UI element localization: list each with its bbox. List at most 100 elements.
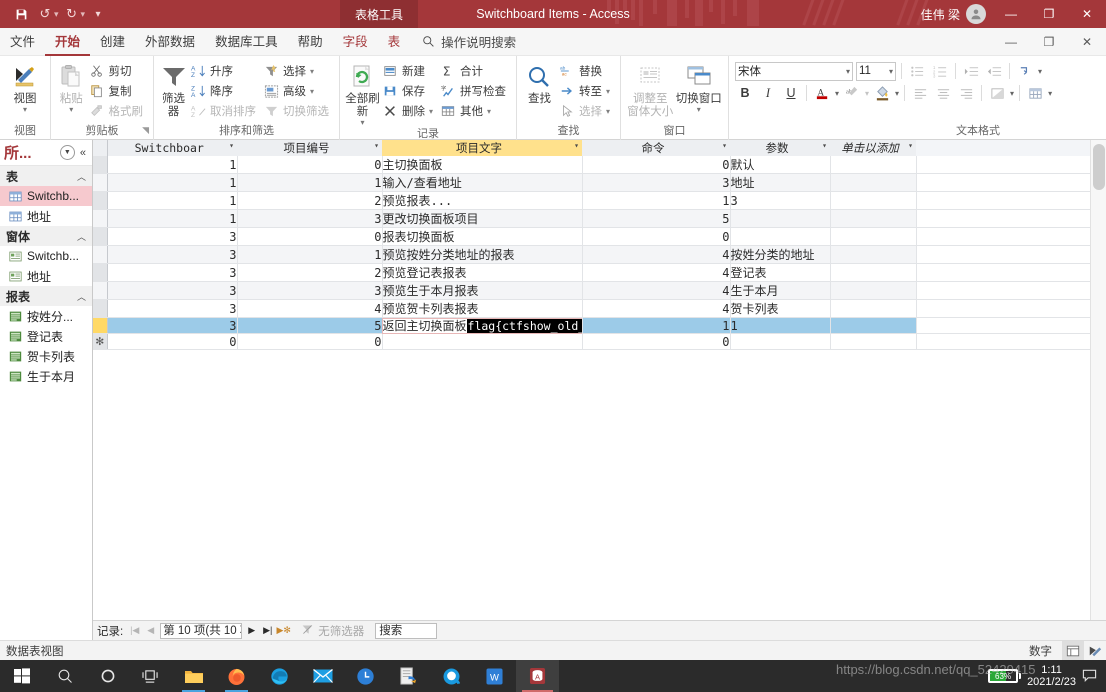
datasheet[interactable]: Switchboar ▾ 项目编号 ▾ 项目文字 ▾ 命令 ▾ 参数 ▾ 单击以… xyxy=(93,140,1106,620)
cell-argument[interactable]: 登记表 xyxy=(730,263,831,282)
cell-switchboard-id[interactable]: 3 xyxy=(107,263,238,282)
cell-argument[interactable]: 生于本月 xyxy=(730,281,831,300)
column-header-switchboard-id[interactable]: Switchboar ▾ xyxy=(107,140,237,156)
cell-item-number[interactable]: 0 xyxy=(237,156,383,174)
cell-click-to-add[interactable] xyxy=(830,209,917,228)
table-row[interactable]: 1 1 输入/查看地址 3 地址 xyxy=(93,173,1106,192)
nav-item-table-switchboard[interactable]: Switchb... xyxy=(0,186,92,206)
cell-item-number[interactable]: 4 xyxy=(237,299,383,318)
sort-descending-button[interactable]: ZA 降序 xyxy=(188,81,261,101)
cell-item-text[interactable]: 预览生于本月报表 xyxy=(382,281,583,300)
cell-switchboard-id[interactable]: 3 xyxy=(107,281,238,300)
cell-argument[interactable]: 默认 xyxy=(730,156,831,174)
sort-ascending-button[interactable]: AZ 升序 xyxy=(188,61,261,81)
last-record-button[interactable]: ▶| xyxy=(261,623,274,639)
fill-color-dropdown-icon[interactable]: ▾ xyxy=(895,89,899,98)
wps-office[interactable]: W xyxy=(473,660,516,692)
nav-item-form-switchboard[interactable]: Switchb... xyxy=(0,246,92,266)
chevron-down-icon[interactable]: ▾ xyxy=(908,141,913,150)
undo-icon[interactable]: ↺ xyxy=(34,4,56,24)
italic-button[interactable]: I xyxy=(758,83,778,103)
clear-sort-button[interactable]: AZ 取消排序 xyxy=(188,101,261,121)
cell-switchboard-id[interactable]: 3 xyxy=(107,317,238,334)
cell-command[interactable]: 5 xyxy=(582,209,731,228)
bullets-icon[interactable] xyxy=(907,61,927,81)
advanced-button[interactable]: 高级 ▾ xyxy=(261,81,334,101)
find-button[interactable]: 查找 xyxy=(522,59,557,106)
column-header-argument[interactable]: 参数 ▾ xyxy=(730,140,830,156)
cell-click-to-add[interactable] xyxy=(830,173,917,192)
new-record-selector[interactable]: ✻ xyxy=(93,333,108,350)
cell-item-number[interactable]: 2 xyxy=(237,263,383,282)
customize-qat-icon[interactable]: ▾ xyxy=(87,4,109,24)
font-size-dropdown-icon[interactable]: ▾ xyxy=(889,67,893,76)
cell-click-to-add[interactable] xyxy=(830,227,917,246)
redo-icon[interactable]: ↻ xyxy=(61,4,83,24)
gridline-icon[interactable] xyxy=(1025,83,1045,103)
column-header-click-to-add[interactable]: 单击以添加 ▾ xyxy=(830,140,916,156)
toggle-filter-button[interactable]: 切换筛选 xyxy=(261,101,334,121)
edge[interactable] xyxy=(258,660,301,692)
cell-click-to-add[interactable] xyxy=(830,156,917,174)
cell-argument[interactable] xyxy=(730,209,831,228)
alt-row-color-icon[interactable] xyxy=(987,83,1007,103)
cell-item-text-editing[interactable]: 返回主切换面板flag{ctfshow_old_database} xyxy=(382,317,583,334)
nav-item-report-by-lastname[interactable]: 按姓分... xyxy=(0,306,92,326)
cell-argument[interactable]: 按姓分类的地址 xyxy=(730,245,831,264)
row-selector[interactable] xyxy=(93,281,108,300)
restore-button[interactable]: ❐ xyxy=(1030,0,1068,28)
nav-item-report-born-this-month[interactable]: 生于本月 xyxy=(0,366,92,386)
mail[interactable] xyxy=(301,660,344,692)
search-button[interactable] xyxy=(43,660,86,692)
cell-switchboard-id[interactable]: 1 xyxy=(107,209,238,228)
cell-switchboard-id[interactable]: 3 xyxy=(107,245,238,264)
cell-click-to-add[interactable] xyxy=(830,263,917,282)
datasheet-view-icon[interactable] xyxy=(1062,640,1084,661)
format-painter-button[interactable]: 格式刷 xyxy=(87,101,149,121)
column-header-item-text[interactable]: 项目文字 ▾ xyxy=(382,140,582,156)
tab-file[interactable]: 文件 xyxy=(0,28,45,56)
cell-item-text[interactable] xyxy=(382,333,583,350)
first-record-button[interactable]: |◀ xyxy=(128,623,141,639)
gridline-dropdown-icon[interactable]: ▾ xyxy=(1048,89,1052,98)
cell-item-text[interactable]: 预览贺卡列表报表 xyxy=(382,299,583,318)
cell-click-to-add[interactable] xyxy=(830,245,917,264)
tab-fields[interactable]: 字段 xyxy=(333,28,378,56)
cell-click-to-add[interactable] xyxy=(830,281,917,300)
tab-table[interactable]: 表 xyxy=(378,28,411,56)
table-row[interactable]: 3 2 预览登记表报表 4 登记表 xyxy=(93,263,1106,282)
cell-argument[interactable] xyxy=(730,333,831,350)
search-records-input[interactable]: 搜索 xyxy=(375,622,438,639)
chevron-down-icon[interactable]: ▾ xyxy=(822,141,827,150)
row-selector[interactable] xyxy=(93,173,108,192)
tab-database-tools[interactable]: 数据库工具 xyxy=(205,28,288,56)
cell-item-number[interactable]: 0 xyxy=(237,227,383,246)
font-name-combo[interactable]: 宋体 ▾ xyxy=(735,61,853,81)
indent-increase-icon[interactable] xyxy=(961,61,981,81)
fill-color-icon[interactable] xyxy=(872,83,892,103)
row-selector-current[interactable] xyxy=(93,317,108,334)
font-name-dropdown-icon[interactable]: ▾ xyxy=(846,67,850,76)
cell-switchboard-id[interactable]: 1 xyxy=(107,191,238,210)
copy-button[interactable]: 复制 xyxy=(87,81,149,101)
cell-argument[interactable] xyxy=(730,227,831,246)
cell-item-number[interactable]: 1 xyxy=(237,245,383,264)
refresh-all-dropdown-icon[interactable]: ▾ xyxy=(360,119,364,127)
text-direction-dropdown-icon[interactable]: ▾ xyxy=(1038,67,1042,76)
delete-record-dropdown-icon[interactable]: ▾ xyxy=(429,107,433,116)
advanced-dropdown-icon[interactable]: ▾ xyxy=(310,87,314,96)
inner-minimize-button[interactable]: — xyxy=(992,28,1030,56)
user-account[interactable]: 佳伟 梁 xyxy=(921,0,986,28)
cell-command[interactable]: 4 xyxy=(582,245,731,264)
new-record-button[interactable]: ▶✻ xyxy=(276,623,290,639)
record-position-input[interactable]: 第 10 项(共 10 项 xyxy=(160,622,243,639)
table-row[interactable]: 1 0 主切换面板 0 默认 xyxy=(93,156,1106,174)
undo-dropdown-icon[interactable]: ▾ xyxy=(54,9,59,20)
chevron-down-icon[interactable]: ▾ xyxy=(374,141,379,150)
column-header-item-number[interactable]: 项目编号 ▾ xyxy=(237,140,382,156)
chevron-down-icon[interactable]: ▾ xyxy=(722,141,727,150)
chevron-up-icon[interactable]: ︿ xyxy=(77,170,86,183)
nav-item-report-registration[interactable]: 登记表 xyxy=(0,326,92,346)
table-row[interactable]: 1 2 预览报表... 1 3 xyxy=(93,191,1106,210)
font-size-combo[interactable]: 11 ▾ xyxy=(856,61,896,81)
